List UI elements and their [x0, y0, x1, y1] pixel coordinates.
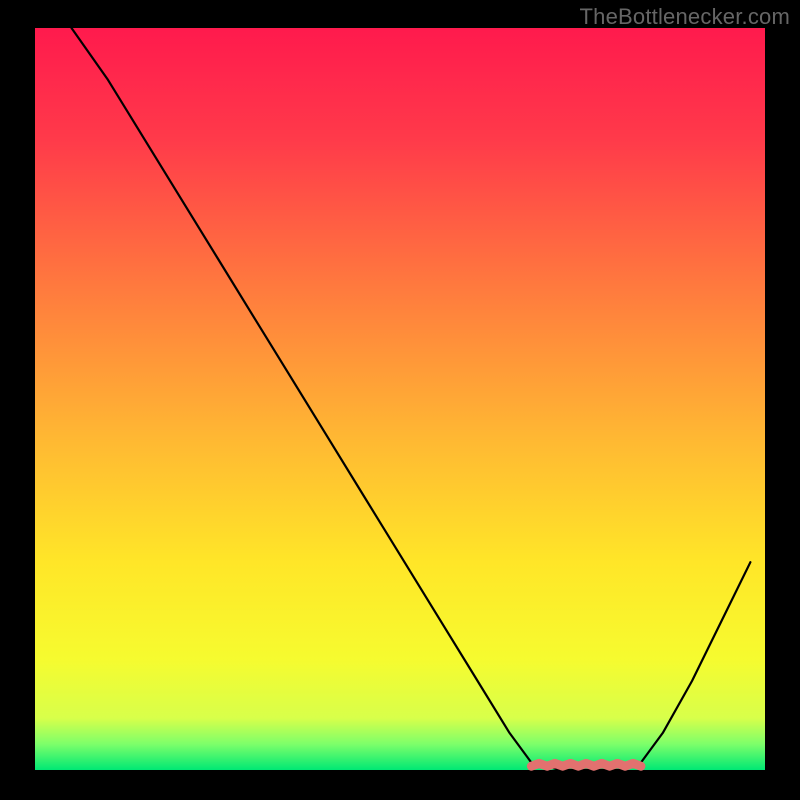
chart-canvas — [0, 0, 800, 800]
watermark-label: TheBottlenecker.com — [580, 4, 790, 30]
optimal-range-highlight — [531, 763, 641, 766]
